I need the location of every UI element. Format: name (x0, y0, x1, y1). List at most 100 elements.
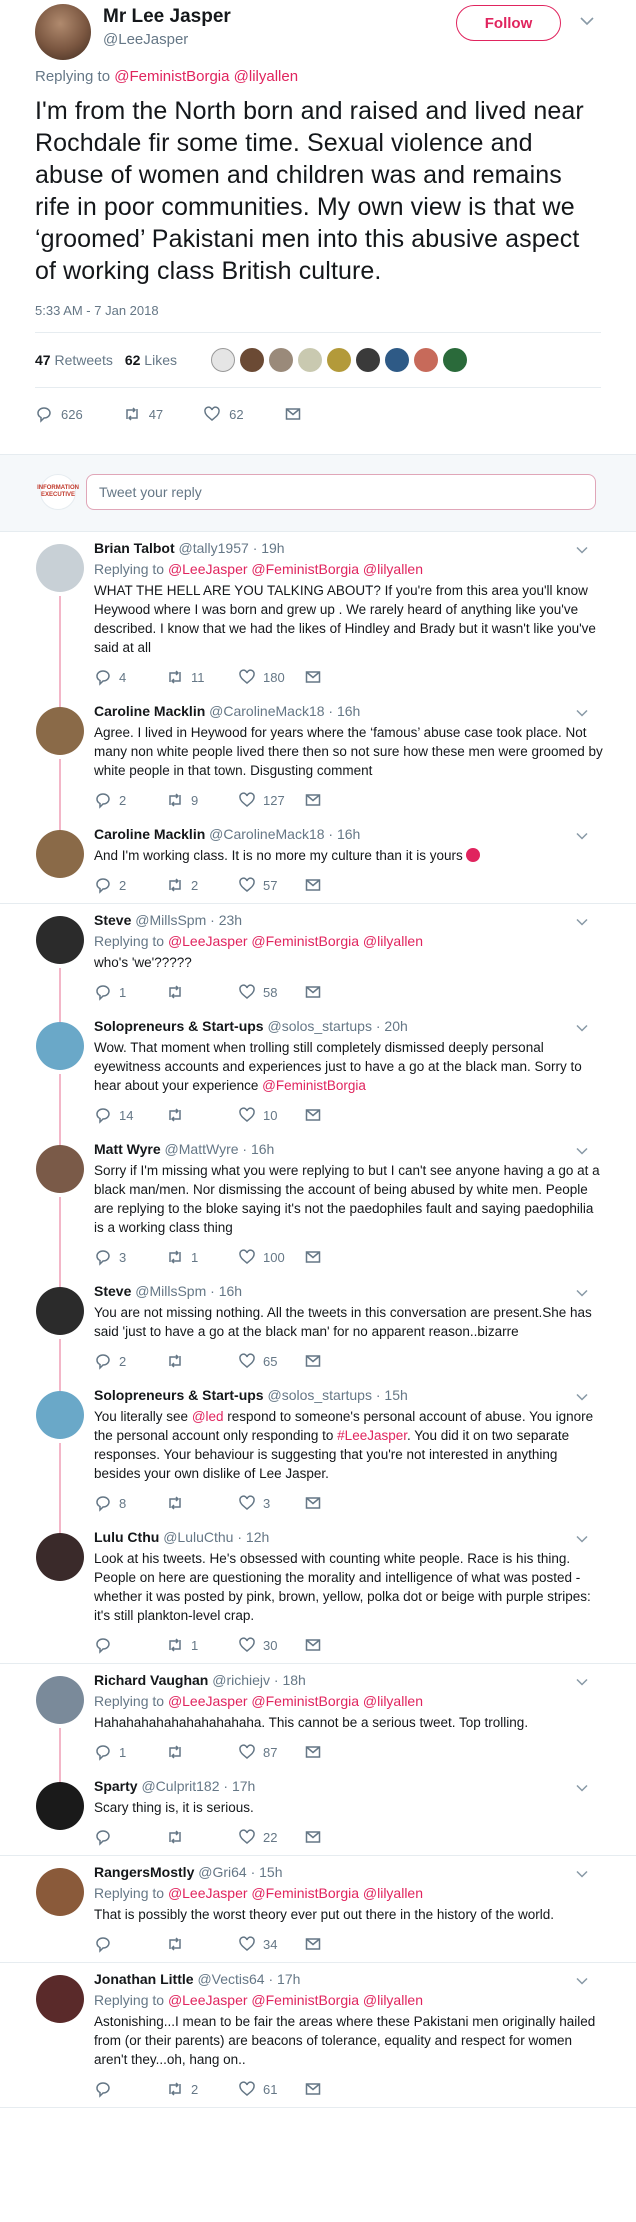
reply-time[interactable]: · 17h (268, 1971, 300, 1987)
chevron-down-icon[interactable] (576, 832, 588, 840)
retweet-button[interactable]: 9 (166, 791, 238, 809)
message-button[interactable] (304, 668, 376, 686)
retweet-button[interactable] (166, 1352, 238, 1370)
author-handle[interactable]: @MattWyre (165, 1141, 239, 1157)
reply-button[interactable]: 4 (94, 668, 166, 686)
reply-tweet[interactable]: Lulu Cthu @LuluCthu · 12h Look at his twe… (0, 1521, 636, 1663)
like-button[interactable]: 61 (238, 2080, 304, 2098)
reply-button[interactable] (94, 1636, 166, 1654)
message-button[interactable] (304, 1935, 376, 1953)
like-button[interactable]: 22 (238, 1828, 304, 1846)
reply-time[interactable]: · 17h (223, 1778, 255, 1794)
retweet-button[interactable] (166, 1743, 238, 1761)
author-name[interactable]: Caroline Macklin (94, 826, 205, 842)
chevron-down-icon[interactable] (580, 16, 594, 26)
author-name[interactable]: Solopreneurs & Start-ups (94, 1018, 264, 1034)
avatar[interactable] (36, 1782, 84, 1830)
author-handle[interactable]: @CarolineMack18 (209, 826, 324, 842)
author-name[interactable]: Jonathan Little (94, 1971, 194, 1987)
like-button[interactable]: 100 (238, 1248, 304, 1266)
avatar[interactable] (36, 1868, 84, 1916)
message-button[interactable] (304, 1494, 376, 1512)
message-button[interactable] (304, 1352, 376, 1370)
replying-users-link[interactable]: @LeeJasper @FeministBorgia @lilyallen (168, 1885, 423, 1901)
chevron-down-icon[interactable] (576, 1024, 588, 1032)
avatar[interactable] (36, 1676, 84, 1724)
reply-tweet[interactable]: RangersMostly @Gri64 · 15h Replying to @L… (0, 1856, 636, 1962)
message-button[interactable] (304, 1828, 376, 1846)
retweet-button[interactable]: 1 (166, 1248, 238, 1266)
hashtag-link[interactable]: #LeeJasper (337, 1428, 407, 1443)
retweet-button[interactable] (166, 1935, 238, 1953)
reply-time[interactable]: · 20h (376, 1018, 408, 1034)
like-button[interactable]: 180 (238, 668, 304, 686)
message-button[interactable] (304, 876, 376, 894)
author-handle[interactable]: @Vectis64 (197, 1971, 264, 1987)
retweet-button[interactable] (166, 983, 238, 1001)
author-handle[interactable]: @tally1957 (179, 540, 249, 556)
avatar[interactable] (413, 348, 438, 372)
like-button[interactable]: 65 (238, 1352, 304, 1370)
reply-tweet[interactable]: Richard Vaughan @richiejv · 18h Replying … (0, 1664, 636, 1784)
like-button[interactable]: 34 (238, 1935, 304, 1953)
avatar[interactable] (442, 348, 467, 372)
retweet-button[interactable] (166, 1494, 238, 1512)
reply-time[interactable]: · 23h (210, 912, 242, 928)
author-handle[interactable]: @richiejv (212, 1672, 270, 1688)
author-name[interactable]: Steve (94, 1283, 131, 1299)
follow-button[interactable]: Follow (456, 5, 561, 41)
reply-button[interactable]: 1 (94, 1743, 166, 1761)
like-button[interactable]: 87 (238, 1743, 304, 1761)
retweet-button[interactable] (166, 1106, 238, 1124)
avatar[interactable] (355, 348, 380, 372)
avatar[interactable] (36, 830, 84, 878)
avatar[interactable] (239, 348, 264, 372)
message-button[interactable] (284, 405, 302, 423)
retweet-button[interactable]: 2 (166, 876, 238, 894)
chevron-down-icon[interactable] (576, 1393, 588, 1401)
reply-time[interactable]: · 19h (253, 540, 285, 556)
reply-button[interactable]: 3 (94, 1248, 166, 1266)
reply-button[interactable]: 2 (94, 876, 166, 894)
avatar[interactable] (36, 707, 84, 755)
author-handle[interactable]: @LuluCthu (163, 1529, 233, 1545)
avatar[interactable] (210, 348, 235, 372)
reply-tweet[interactable]: Caroline Macklin @CarolineMack18 · 16h Ag… (0, 695, 636, 832)
replying-users-link[interactable]: @FeministBorgia @lilyallen (114, 68, 298, 85)
tweet-timestamp[interactable]: 5:33 AM - 7 Jan 2018 (35, 303, 601, 318)
retweet-button[interactable]: 2 (166, 2080, 238, 2098)
avatar[interactable] (36, 1975, 84, 2023)
replying-users-link[interactable]: @LeeJasper @FeministBorgia @lilyallen (168, 1992, 423, 2008)
avatar[interactable] (297, 348, 322, 372)
reply-tweet[interactable]: Steve @MillsSpm · 16h You are not missing… (0, 1275, 636, 1393)
reply-tweet[interactable]: Jonathan Little @Vectis64 · 17h Replying … (0, 1963, 636, 2107)
reply-tweet[interactable]: Solopreneurs & Start-ups @solos_startups… (0, 1010, 636, 1147)
retweet-button[interactable] (166, 1828, 238, 1846)
reply-tweet[interactable]: Brian Talbot @tally1957 · 19h Replying to… (0, 532, 636, 709)
author-handle[interactable]: @MillsSpm (135, 912, 206, 928)
reply-tweet[interactable]: Solopreneurs & Start-ups @solos_startups… (0, 1379, 636, 1535)
avatar[interactable] (35, 4, 91, 60)
chevron-down-icon[interactable] (576, 1535, 588, 1543)
chevron-down-icon[interactable] (576, 709, 588, 717)
reply-button[interactable] (94, 2080, 166, 2098)
reply-time[interactable]: · 16h (328, 703, 360, 719)
chevron-down-icon[interactable] (576, 1870, 588, 1878)
reply-button[interactable] (94, 1828, 166, 1846)
retweet-button[interactable]: 47 (123, 405, 163, 423)
mention-link[interactable]: @FeministBorgia (262, 1078, 366, 1093)
author-name[interactable]: Caroline Macklin (94, 703, 205, 719)
retweet-button[interactable]: 11 (166, 668, 238, 686)
reply-time[interactable]: · 16h (328, 826, 360, 842)
author-name[interactable]: RangersMostly (94, 1864, 194, 1880)
reply-tweet[interactable]: Sparty @Culprit182 · 17h Scary thing is, … (0, 1770, 636, 1855)
avatar[interactable] (36, 1533, 84, 1581)
reply-time[interactable]: · 15h (251, 1864, 283, 1880)
avatar[interactable] (36, 1391, 84, 1439)
author-name[interactable]: Lulu Cthu (94, 1529, 159, 1545)
retweet-button[interactable]: 1 (166, 1636, 238, 1654)
author-name[interactable]: Solopreneurs & Start-ups (94, 1387, 264, 1403)
reply-tweet[interactable]: Matt Wyre @MattWyre · 16h Sorry if I'm mi… (0, 1133, 636, 1289)
reply-time[interactable]: · 16h (210, 1283, 242, 1299)
like-button[interactable]: 58 (238, 983, 304, 1001)
